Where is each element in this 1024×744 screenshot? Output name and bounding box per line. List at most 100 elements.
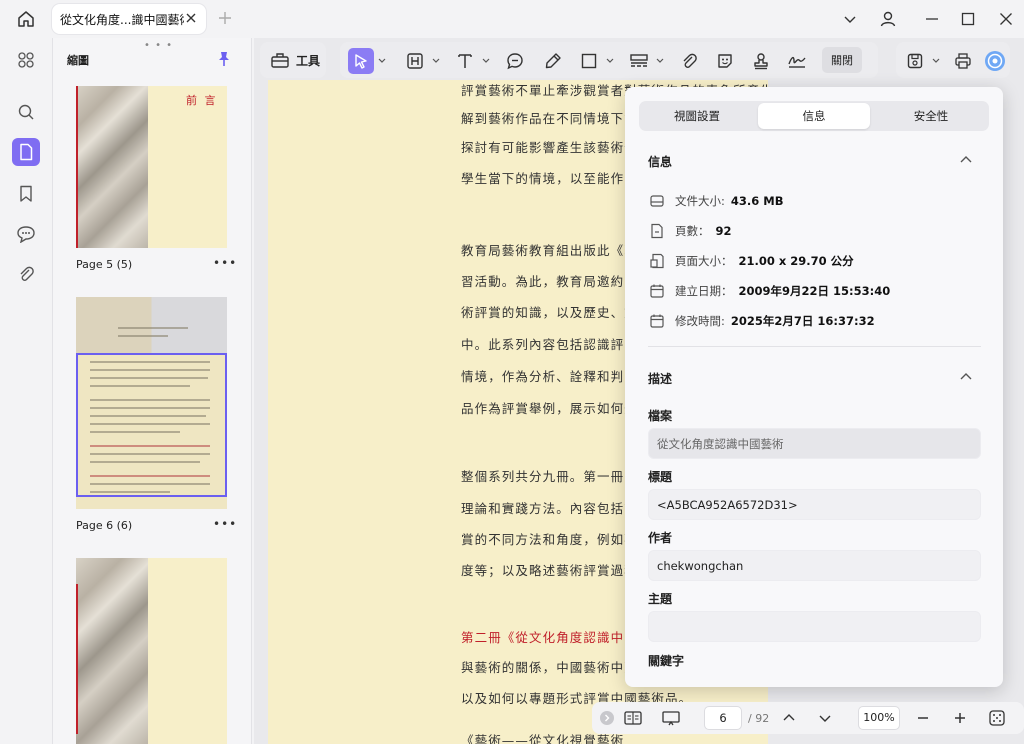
file-size-row: 文件大小: 43.6 MB xyxy=(649,191,783,211)
document-tab[interactable]: 從文化角度...識中國藝術 xyxy=(52,4,206,34)
print-icon[interactable] xyxy=(950,48,976,74)
zoom-in-icon[interactable] xyxy=(949,707,971,729)
zoom-out-icon[interactable] xyxy=(912,707,934,729)
text-tool-icon[interactable] xyxy=(452,48,478,74)
page-count-label: 頁數： xyxy=(675,224,710,238)
search-icon[interactable] xyxy=(12,98,40,126)
chevron-down-icon[interactable] xyxy=(656,58,664,64)
page-size-icon xyxy=(649,253,665,269)
chevron-down-icon[interactable] xyxy=(482,58,490,64)
rectangle-shape-icon[interactable] xyxy=(576,48,602,74)
panel-grip[interactable]: • • • xyxy=(144,40,173,51)
info-section-title: 信息 xyxy=(648,155,673,169)
maximize-icon[interactable] xyxy=(958,9,978,29)
ai-assistant-icon[interactable] xyxy=(982,48,1008,74)
thumbnail-panel: • • • 縮圖 前 言 Page 5 (5) ••• Page 6 (6) •… xyxy=(52,38,252,744)
close-toolbar-button[interactable]: 關閉 xyxy=(822,47,862,73)
title-field[interactable]: <A5BCA952A6572D31> xyxy=(648,489,981,520)
chevron-down-icon[interactable] xyxy=(606,58,614,64)
text-line xyxy=(90,415,206,417)
text-line xyxy=(90,385,190,387)
thumbnail-heading: 前 言 xyxy=(186,94,218,107)
stamp-strip-icon[interactable] xyxy=(626,48,652,74)
more-icon[interactable]: ••• xyxy=(213,256,237,270)
chevron-down-icon[interactable] xyxy=(378,58,386,64)
drive-icon xyxy=(649,193,665,209)
text-line xyxy=(90,423,210,425)
text-line xyxy=(90,369,210,371)
author-field[interactable]: chekwongchan xyxy=(648,550,981,581)
file-size-value: 43.6 MB xyxy=(730,194,784,208)
select-cursor-icon[interactable] xyxy=(348,48,374,74)
landscape-art-image xyxy=(76,558,148,744)
presentation-icon[interactable] xyxy=(660,707,682,729)
document-text-line: 整個系列共分九冊。第一冊《 xyxy=(461,469,638,484)
page-navigation-bar: 6 / 92 100% xyxy=(592,702,1024,734)
more-icon[interactable]: ••• xyxy=(213,517,237,531)
new-tab-icon[interactable] xyxy=(216,9,234,27)
paperclip-icon[interactable] xyxy=(676,48,702,74)
page-size-row: 頁面大小： 21.00 x 29.70 公分 xyxy=(649,251,854,271)
signature-icon[interactable] xyxy=(784,48,810,74)
previous-page-icon[interactable] xyxy=(778,707,800,729)
grid-icon[interactable] xyxy=(12,46,40,74)
document-text-line: 情境，作為分析、詮釋和判斷 xyxy=(461,369,638,384)
chevron-up-icon[interactable] xyxy=(959,371,973,383)
text-line xyxy=(90,445,210,447)
thumbnails-icon[interactable] xyxy=(12,138,40,166)
pen-icon[interactable] xyxy=(540,48,566,74)
document-text-line: 教育局藝術教育組出版此《藝 xyxy=(461,243,638,258)
bookmark-icon[interactable] xyxy=(12,180,40,208)
stamp-icon[interactable] xyxy=(748,48,774,74)
description-section-title: 描述 xyxy=(648,372,673,386)
chevron-down-icon[interactable] xyxy=(840,9,860,29)
next-page-icon[interactable] xyxy=(814,707,836,729)
thumbnail-page-5[interactable]: 前 言 xyxy=(76,86,227,248)
thumbnail-caption: Page 6 (6) xyxy=(76,519,133,532)
save-icon[interactable] xyxy=(902,48,928,74)
tab-info[interactable]: 信息 xyxy=(758,103,870,129)
toolbar: 工具 關閉 xyxy=(256,40,1024,80)
document-text-line: 第二冊《從文化角度認識中國 xyxy=(461,630,638,645)
panel-title: 縮圖 xyxy=(67,54,89,67)
sticker-icon[interactable] xyxy=(712,48,738,74)
tools-button[interactable]: 工具 xyxy=(260,42,326,78)
chevron-up-icon[interactable] xyxy=(959,154,973,166)
modified-date-label: 修改時間: xyxy=(675,314,725,328)
comment-note-icon[interactable] xyxy=(502,48,528,74)
comment-icon[interactable] xyxy=(12,220,40,248)
collapse-chevron-icon[interactable] xyxy=(596,707,618,729)
annotation-tools: 關閉 xyxy=(340,42,878,78)
tab-view-settings[interactable]: 視圖設置 xyxy=(641,103,753,129)
subject-field-label: 主題 xyxy=(648,592,673,606)
text-line xyxy=(90,461,200,463)
created-date-row: 建立日期： 2009年9月22日 15:53:40 xyxy=(649,281,890,301)
page-total: / 92 xyxy=(748,712,770,725)
minimize-icon[interactable] xyxy=(922,9,942,29)
chevron-down-icon[interactable] xyxy=(432,58,440,64)
home-icon[interactable] xyxy=(14,8,38,30)
page-number-input[interactable]: 6 xyxy=(704,706,742,730)
window-close-icon[interactable] xyxy=(996,9,1016,29)
zoom-level[interactable]: 100% xyxy=(858,706,900,730)
page-icon xyxy=(649,223,665,239)
subject-field[interactable] xyxy=(648,611,981,642)
page-count-value: 92 xyxy=(715,224,732,238)
two-page-view-icon[interactable] xyxy=(622,707,644,729)
attachment-icon[interactable] xyxy=(12,260,40,288)
divider xyxy=(648,346,981,347)
text-line xyxy=(90,399,210,401)
user-icon[interactable] xyxy=(878,9,898,29)
tools-label: 工具 xyxy=(296,54,321,68)
thumbnail-caption: Page 5 (5) xyxy=(76,258,133,271)
tab-security[interactable]: 安全性 xyxy=(875,103,987,129)
chevron-down-icon[interactable] xyxy=(932,58,940,64)
fit-page-icon[interactable] xyxy=(986,707,1008,729)
thumbnail-page-7[interactable] xyxy=(76,558,227,744)
document-properties-popup: 視圖設置 信息 安全性 信息 文件大小: 43.6 MB 頁數： 92 頁面大小… xyxy=(625,87,1003,687)
close-tab-icon[interactable] xyxy=(184,11,198,25)
thumbnail-page-6[interactable] xyxy=(76,297,227,509)
pin-icon[interactable] xyxy=(217,51,231,67)
highlight-box-icon[interactable] xyxy=(402,48,428,74)
text-line xyxy=(118,327,188,329)
